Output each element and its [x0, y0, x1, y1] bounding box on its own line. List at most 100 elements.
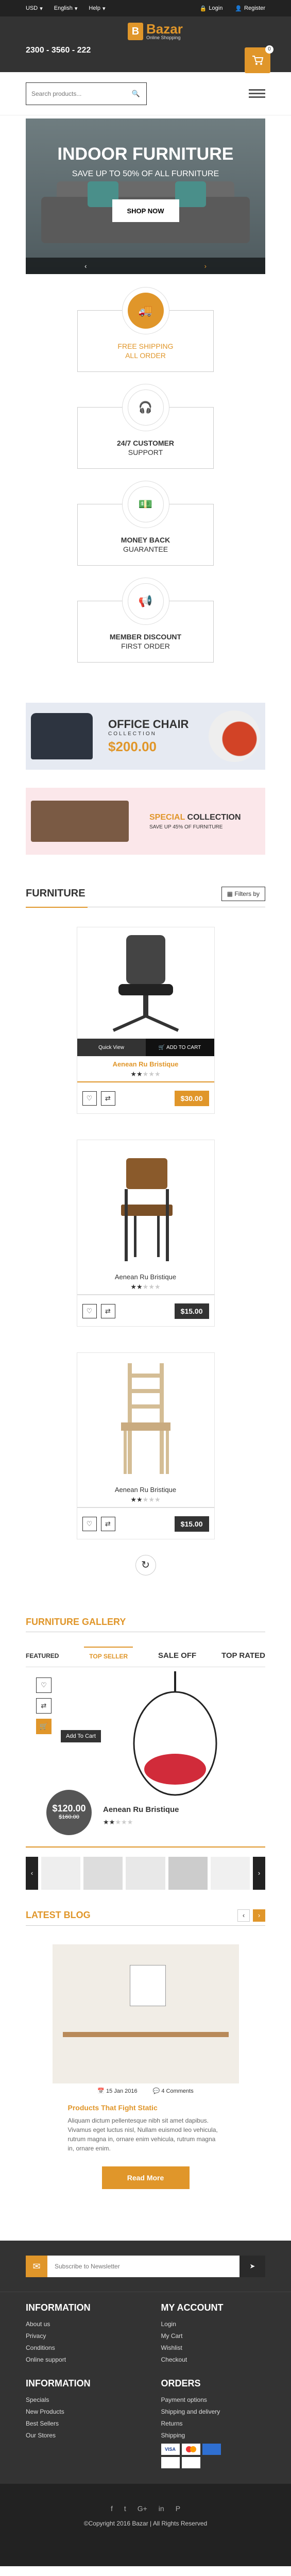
footer-link[interactable]: Best Sellers [26, 2420, 130, 2427]
egg-chair-image [209, 710, 260, 762]
linkedin-icon[interactable]: in [159, 2504, 164, 2513]
footer-link[interactable]: Checkout [161, 2356, 266, 2363]
compare-icon[interactable]: ⇄ [36, 1698, 52, 1714]
logo-subtitle: Online Shopping [146, 35, 181, 40]
footer-link[interactable]: Online support [26, 2356, 130, 2363]
google-plus-icon[interactable]: G+ [138, 2504, 147, 2513]
pinterest-icon[interactable]: P [176, 2504, 180, 2513]
mastercard-icon [181, 2444, 200, 2455]
cart-icon[interactable]: 🛒 [36, 1719, 52, 1734]
tab-sale-off[interactable]: SALE OFF [158, 1651, 196, 1660]
tab-top-rated[interactable]: TOP RATED [221, 1651, 265, 1660]
twitter-icon[interactable]: t [124, 2504, 126, 2513]
facebook-icon[interactable]: f [111, 2504, 113, 2513]
footer-link[interactable]: Our Stores [26, 2432, 130, 2439]
poster-image [129, 1965, 166, 2006]
product-name[interactable]: Aenean Ru Bristique [77, 1486, 214, 1494]
menu-icon[interactable] [249, 87, 265, 100]
heart-icon[interactable]: ♡ [82, 1304, 97, 1318]
blog-post: 📅 15 Jan 2016 💬 4 Comments Products That… [52, 1944, 239, 2189]
product-name[interactable]: Aenean Ru Bristique [77, 1273, 214, 1281]
footer-link[interactable]: Specials [26, 2396, 130, 2403]
heart-icon[interactable]: ♡ [82, 1517, 97, 1531]
office-chair-image [31, 713, 93, 759]
product-name[interactable]: Aenean Ru Bristique [77, 1060, 214, 1068]
blog-image[interactable] [52, 1944, 239, 2083]
heart-icon[interactable]: ♡ [82, 1091, 97, 1106]
hanging-chair-image [133, 1671, 217, 1796]
product-image: Quick View 🛒 ADD TO CART [77, 927, 214, 1056]
quick-view-button[interactable]: Quick View [77, 1039, 146, 1056]
footer-link[interactable]: About us [26, 2320, 130, 2328]
tab-top-seller[interactable]: TOP SELLER [84, 1646, 133, 1665]
cart-button[interactable]: 0 [245, 45, 273, 73]
blog-comments[interactable]: 4 Comments [161, 2088, 193, 2094]
add-to-cart-button[interactable]: Add To Cart [61, 1730, 101, 1742]
thumb[interactable] [83, 1857, 123, 1890]
footer-link[interactable]: Conditions [26, 2344, 130, 2351]
calendar-icon: 📅 [97, 2088, 105, 2094]
footer-heading: ORDERS [161, 2378, 201, 2388]
heart-icon[interactable]: ♡ [36, 1677, 52, 1693]
office-chair-banner[interactable]: OFFICE CHAIR COLLECTION $200.00 [26, 703, 265, 770]
read-more-button[interactable]: Read More [101, 2166, 190, 2189]
compare-icon[interactable]: ⇄ [100, 1091, 115, 1106]
thumb[interactable] [41, 1857, 81, 1890]
chevron-right-icon[interactable]: › [253, 1857, 266, 1890]
tab-featured[interactable]: FEATURED [26, 1652, 59, 1659]
blog-header: LATEST BLOG ‹ › [26, 1905, 265, 1926]
product-footer: ♡ ⇄ $15.00 [77, 1298, 214, 1326]
thumb[interactable] [126, 1857, 165, 1890]
chevron-left-icon[interactable]: ‹ [237, 1909, 250, 1922]
language-select[interactable]: English ▾ [54, 5, 78, 12]
chevron-right-icon[interactable]: › [253, 1909, 265, 1922]
chevron-down-icon: ▾ [102, 5, 106, 12]
rating-stars: ★★★★★ [130, 1070, 161, 1078]
footer-link[interactable]: Shipping and delivery [161, 2408, 266, 2415]
footer-link[interactable]: Login [161, 2320, 266, 2328]
product-footer: ♡ ⇄ $15.00 [77, 1511, 214, 1539]
footer-link[interactable]: Privacy [26, 2332, 130, 2340]
search-input[interactable] [26, 82, 126, 105]
feature-free-shipping: 🚚 FREE SHIPPING ALL ORDER [77, 287, 214, 372]
search-row: 🔍 [0, 72, 291, 115]
help-link[interactable]: Help ▾ [89, 5, 105, 12]
product-card[interactable]: Aenean Ru Bristique ★★★★★ ♡ ⇄ $15.00 [76, 1352, 215, 1539]
send-icon[interactable]: ➤ [239, 2255, 265, 2277]
chevron-left-icon[interactable]: ‹ [84, 262, 87, 270]
compare-icon[interactable]: ⇄ [100, 1304, 115, 1318]
register-link[interactable]: 👤 Register [235, 5, 265, 12]
gallery-product[interactable]: ♡ ⇄ 🛒 Add To Cart $120.00 $160.00 Aenean… [26, 1671, 265, 1857]
footer-link[interactable]: Wishlist [161, 2344, 266, 2351]
newsletter-input[interactable] [47, 2255, 239, 2277]
feature-icon-wrap: 📢 [122, 578, 169, 625]
footer-link[interactable]: My Cart [161, 2332, 266, 2340]
load-more-button[interactable]: ↻ [135, 1555, 156, 1575]
slider-nav: ‹ › [26, 258, 265, 274]
wooden-chair-image [121, 1158, 173, 1261]
feature-line1: MONEY BACK [121, 536, 170, 544]
login-link[interactable]: 🔒 Login [200, 5, 223, 12]
product-card[interactable]: Aenean Ru Bristique ★★★★★ ♡ ⇄ $15.00 [76, 1140, 215, 1327]
thumb[interactable] [210, 1857, 250, 1890]
logo[interactable]: B Bazar Online Shopping [128, 22, 183, 40]
footer-link[interactable]: New Products [26, 2408, 130, 2415]
chevron-right-icon[interactable]: › [204, 262, 207, 270]
add-to-cart-button[interactable]: 🛒 ADD TO CART [145, 1039, 214, 1056]
office-chair-image [112, 935, 179, 1032]
footer-link[interactable]: Shipping [161, 2432, 266, 2439]
chevron-left-icon[interactable]: ‹ [26, 1857, 38, 1890]
hero-slider: INDOOR FURNITURE SAVE UP TO 50% OF ALL F… [26, 118, 265, 274]
filter-button[interactable]: ▦ Filters by [221, 886, 265, 901]
product-card[interactable]: Quick View 🛒 ADD TO CART Aenean Ru Brist… [76, 927, 215, 1114]
product-name: Aenean Ru Bristique [103, 1805, 179, 1814]
blog-post-title[interactable]: Products That Fight Static [53, 2104, 239, 2112]
compare-icon[interactable]: ⇄ [100, 1517, 115, 1531]
shop-now-button[interactable]: SHOP NOW [112, 199, 179, 222]
currency-select[interactable]: USD ▾ [26, 5, 43, 12]
footer-link[interactable]: Payment options [161, 2396, 266, 2403]
search-icon[interactable]: 🔍 [126, 90, 146, 98]
footer-link[interactable]: Returns [161, 2420, 266, 2427]
special-collection-banner[interactable]: SPECIAL COLLECTION SAVE UP 45% OF FURNIT… [26, 788, 265, 855]
thumb[interactable] [168, 1857, 208, 1890]
